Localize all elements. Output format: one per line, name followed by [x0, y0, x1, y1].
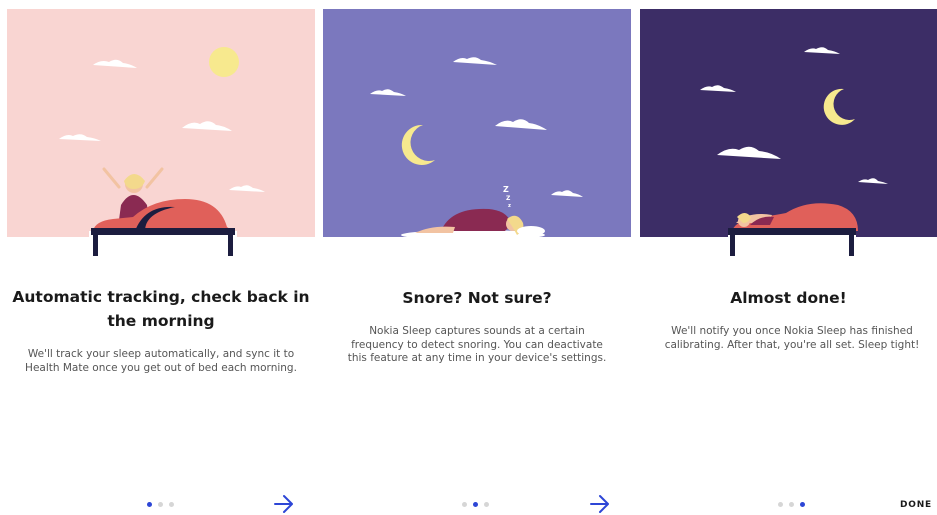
night-snoring-illustration: Z Z z — [323, 9, 631, 237]
svg-text:z: z — [508, 203, 511, 209]
pagination-dot-active — [473, 502, 478, 507]
slide-description: We'll notify you once Nokia Sleep has fi… — [664, 325, 920, 351]
pagination-dot — [169, 502, 174, 507]
pagination-dots — [778, 502, 805, 508]
pagination-dot-active — [147, 502, 152, 507]
pagination-dot — [778, 502, 783, 507]
next-button[interactable] — [589, 494, 611, 514]
pagination-dots — [462, 502, 489, 508]
svg-text:Z: Z — [506, 195, 511, 202]
pagination-dot — [462, 502, 467, 507]
slide-description: Nokia Sleep captures sounds at a certain… — [347, 325, 607, 364]
night-sleeping-illustration — [640, 9, 937, 237]
bed-frame — [7, 228, 315, 268]
slide-title: Automatic tracking, check back in the mo… — [12, 288, 310, 330]
next-button[interactable] — [273, 494, 295, 514]
slide-title: Snore? Not sure? — [402, 289, 552, 307]
morning-illustration — [7, 9, 315, 237]
pagination-dot-active — [800, 502, 805, 507]
done-button[interactable]: DONE — [900, 500, 932, 510]
pagination-dot — [789, 502, 794, 507]
onboarding-slide-snoring: Z Z z Snore? Not sure? Nokia Sleep captu… — [323, 0, 631, 515]
onboarding-slide-almost-done: Almost done! We'll notify you once Nokia… — [640, 0, 937, 515]
svg-text:Z: Z — [503, 185, 509, 194]
slide-description: We'll track your sleep automatically, an… — [25, 348, 297, 374]
sun-icon — [209, 47, 239, 77]
pagination-dots — [147, 502, 174, 508]
slide-title: Almost done! — [730, 289, 847, 307]
bed-frame — [640, 228, 937, 268]
pagination-dot — [158, 502, 163, 507]
arrow-right-icon — [274, 495, 293, 513]
arrow-right-icon — [590, 495, 609, 513]
pagination-dot — [484, 502, 489, 507]
onboarding-slide-automatic-tracking: Automatic tracking, check back in the mo… — [7, 0, 315, 515]
